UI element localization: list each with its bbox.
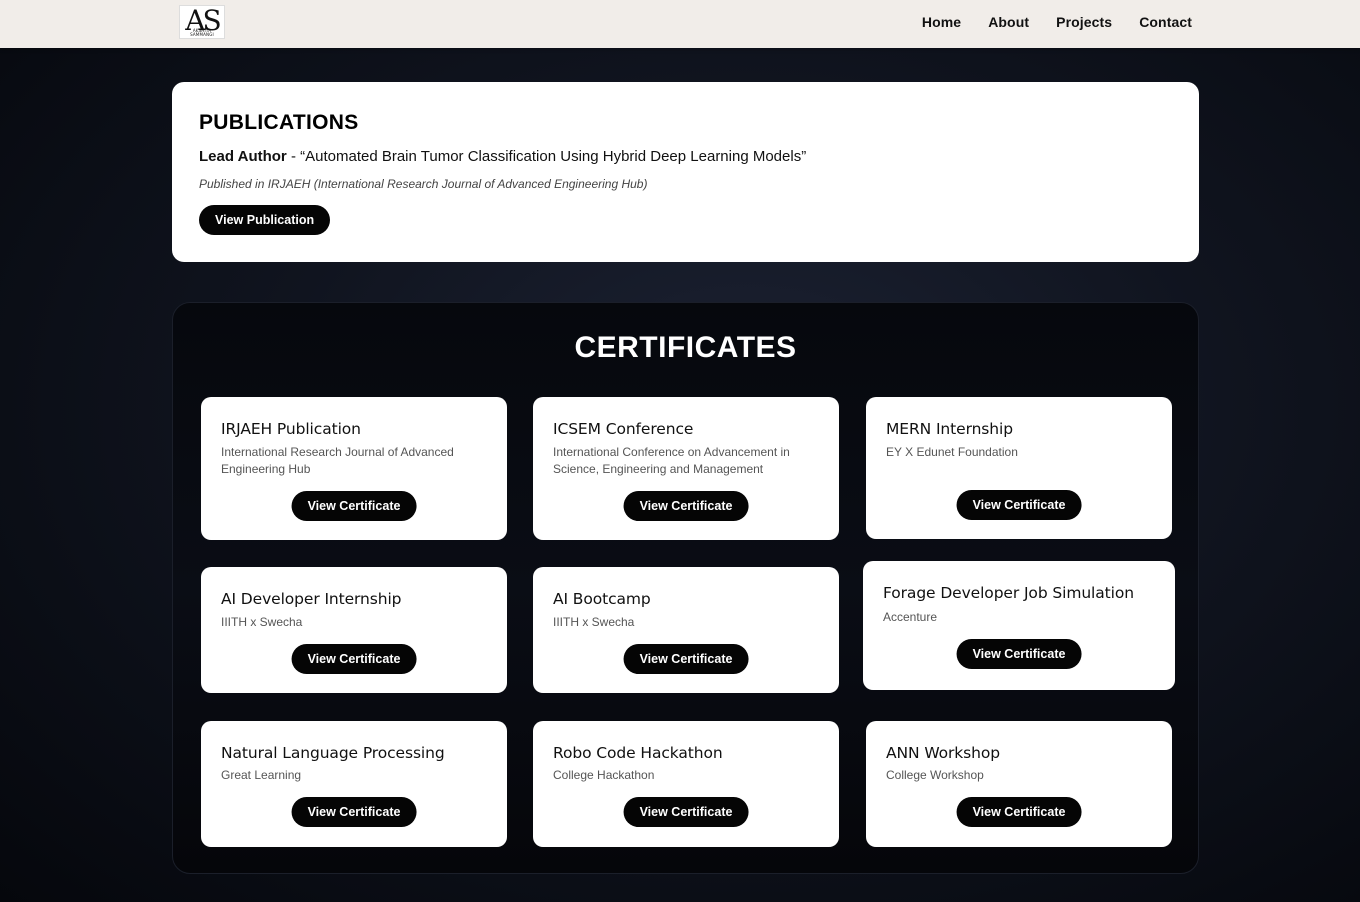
certificate-title: Forage Developer Job Simulation xyxy=(883,584,1134,602)
publication-role: Lead Author xyxy=(199,148,287,165)
certificate-issuer: Accenture xyxy=(883,610,938,624)
certificate-card: Forage Developer Job Simulation Accentur… xyxy=(863,561,1175,690)
view-certificate-button[interactable]: View Certificate xyxy=(291,797,417,827)
certificate-title: ICSEM Conference xyxy=(553,420,694,438)
certificate-title: ANN Workshop xyxy=(886,744,1000,762)
view-publication-button[interactable]: View Publication xyxy=(199,205,331,235)
publication-title: “Automated Brain Tumor Classification Us… xyxy=(300,148,807,165)
certificate-issuer: IIITH x Swecha xyxy=(221,615,303,629)
certificate-card: Natural Language Processing Great Learni… xyxy=(201,721,507,847)
certificate-issuer: International Research Journal of Advanc… xyxy=(221,445,454,476)
nav-link-home[interactable]: Home xyxy=(922,14,961,30)
publications-card: PUBLICATIONS Lead Author - “Automated Br… xyxy=(172,82,1199,262)
certificate-card: AI Developer Internship IIITH x Swecha V… xyxy=(201,567,507,693)
navbar: AS AKSHITA SAMMANGI Home About Projects … xyxy=(0,0,1360,48)
certificate-card: AI Bootcamp IIITH x Swecha View Certific… xyxy=(533,567,839,693)
view-certificate-button[interactable]: View Certificate xyxy=(291,491,417,521)
certificate-issuer: College Hackathon xyxy=(553,768,655,782)
certificate-issuer: College Workshop xyxy=(886,768,984,782)
certificate-card: ICSEM Conference International Conferenc… xyxy=(533,397,839,540)
nav-link-contact[interactable]: Contact xyxy=(1139,14,1192,30)
nav-link-about[interactable]: About xyxy=(988,14,1029,30)
certificate-title: AI Bootcamp xyxy=(553,590,651,608)
view-certificate-button[interactable]: View Certificate xyxy=(956,797,1082,827)
certificate-card: MERN Internship EY X Edunet Foundation V… xyxy=(866,397,1172,539)
certificate-title: IRJAEH Publication xyxy=(221,420,361,438)
certificate-title: Natural Language Processing xyxy=(221,744,445,762)
site-logo[interactable]: AS AKSHITA SAMMANGI xyxy=(179,5,225,39)
certificate-issuer: EY X Edunet Foundation xyxy=(886,445,1018,459)
certificates-section: CERTIFICATES IRJAEH Publication Internat… xyxy=(172,302,1199,874)
logo-subtext: AKSHITA SAMMANGI xyxy=(190,28,214,37)
certificates-heading: CERTIFICATES xyxy=(574,331,797,364)
certificate-title: Robo Code Hackathon xyxy=(553,744,723,762)
certificate-issuer: Great Learning xyxy=(221,768,302,782)
view-certificate-button[interactable]: View Certificate xyxy=(623,797,749,827)
publication-separator: - xyxy=(286,148,301,165)
certificate-issuer: International Conference on Advancement … xyxy=(553,445,790,476)
certificate-title: MERN Internship xyxy=(886,420,1013,438)
view-certificate-button[interactable]: View Certificate xyxy=(956,490,1082,520)
certificate-card: IRJAEH Publication International Researc… xyxy=(201,397,507,540)
certificate-card: ANN Workshop College Workshop View Certi… xyxy=(866,721,1172,847)
certificate-card: Robo Code Hackathon College Hackathon Vi… xyxy=(533,721,839,847)
certificate-issuer: IIITH x Swecha xyxy=(553,615,635,629)
publication-venue: Published in IRJAEH (International Resea… xyxy=(199,177,648,191)
view-certificate-button[interactable]: View Certificate xyxy=(623,491,749,521)
view-certificate-button[interactable]: View Certificate xyxy=(291,644,417,674)
certificate-title: AI Developer Internship xyxy=(221,590,402,608)
view-certificate-button[interactable]: View Certificate xyxy=(956,639,1082,669)
nav-link-projects[interactable]: Projects xyxy=(1056,14,1112,30)
publication-entry: Lead Author - “Automated Brain Tumor Cla… xyxy=(199,148,806,165)
nav-links: Home About Projects Contact xyxy=(922,14,1192,30)
publications-heading: PUBLICATIONS xyxy=(199,111,359,134)
view-certificate-button[interactable]: View Certificate xyxy=(623,644,749,674)
